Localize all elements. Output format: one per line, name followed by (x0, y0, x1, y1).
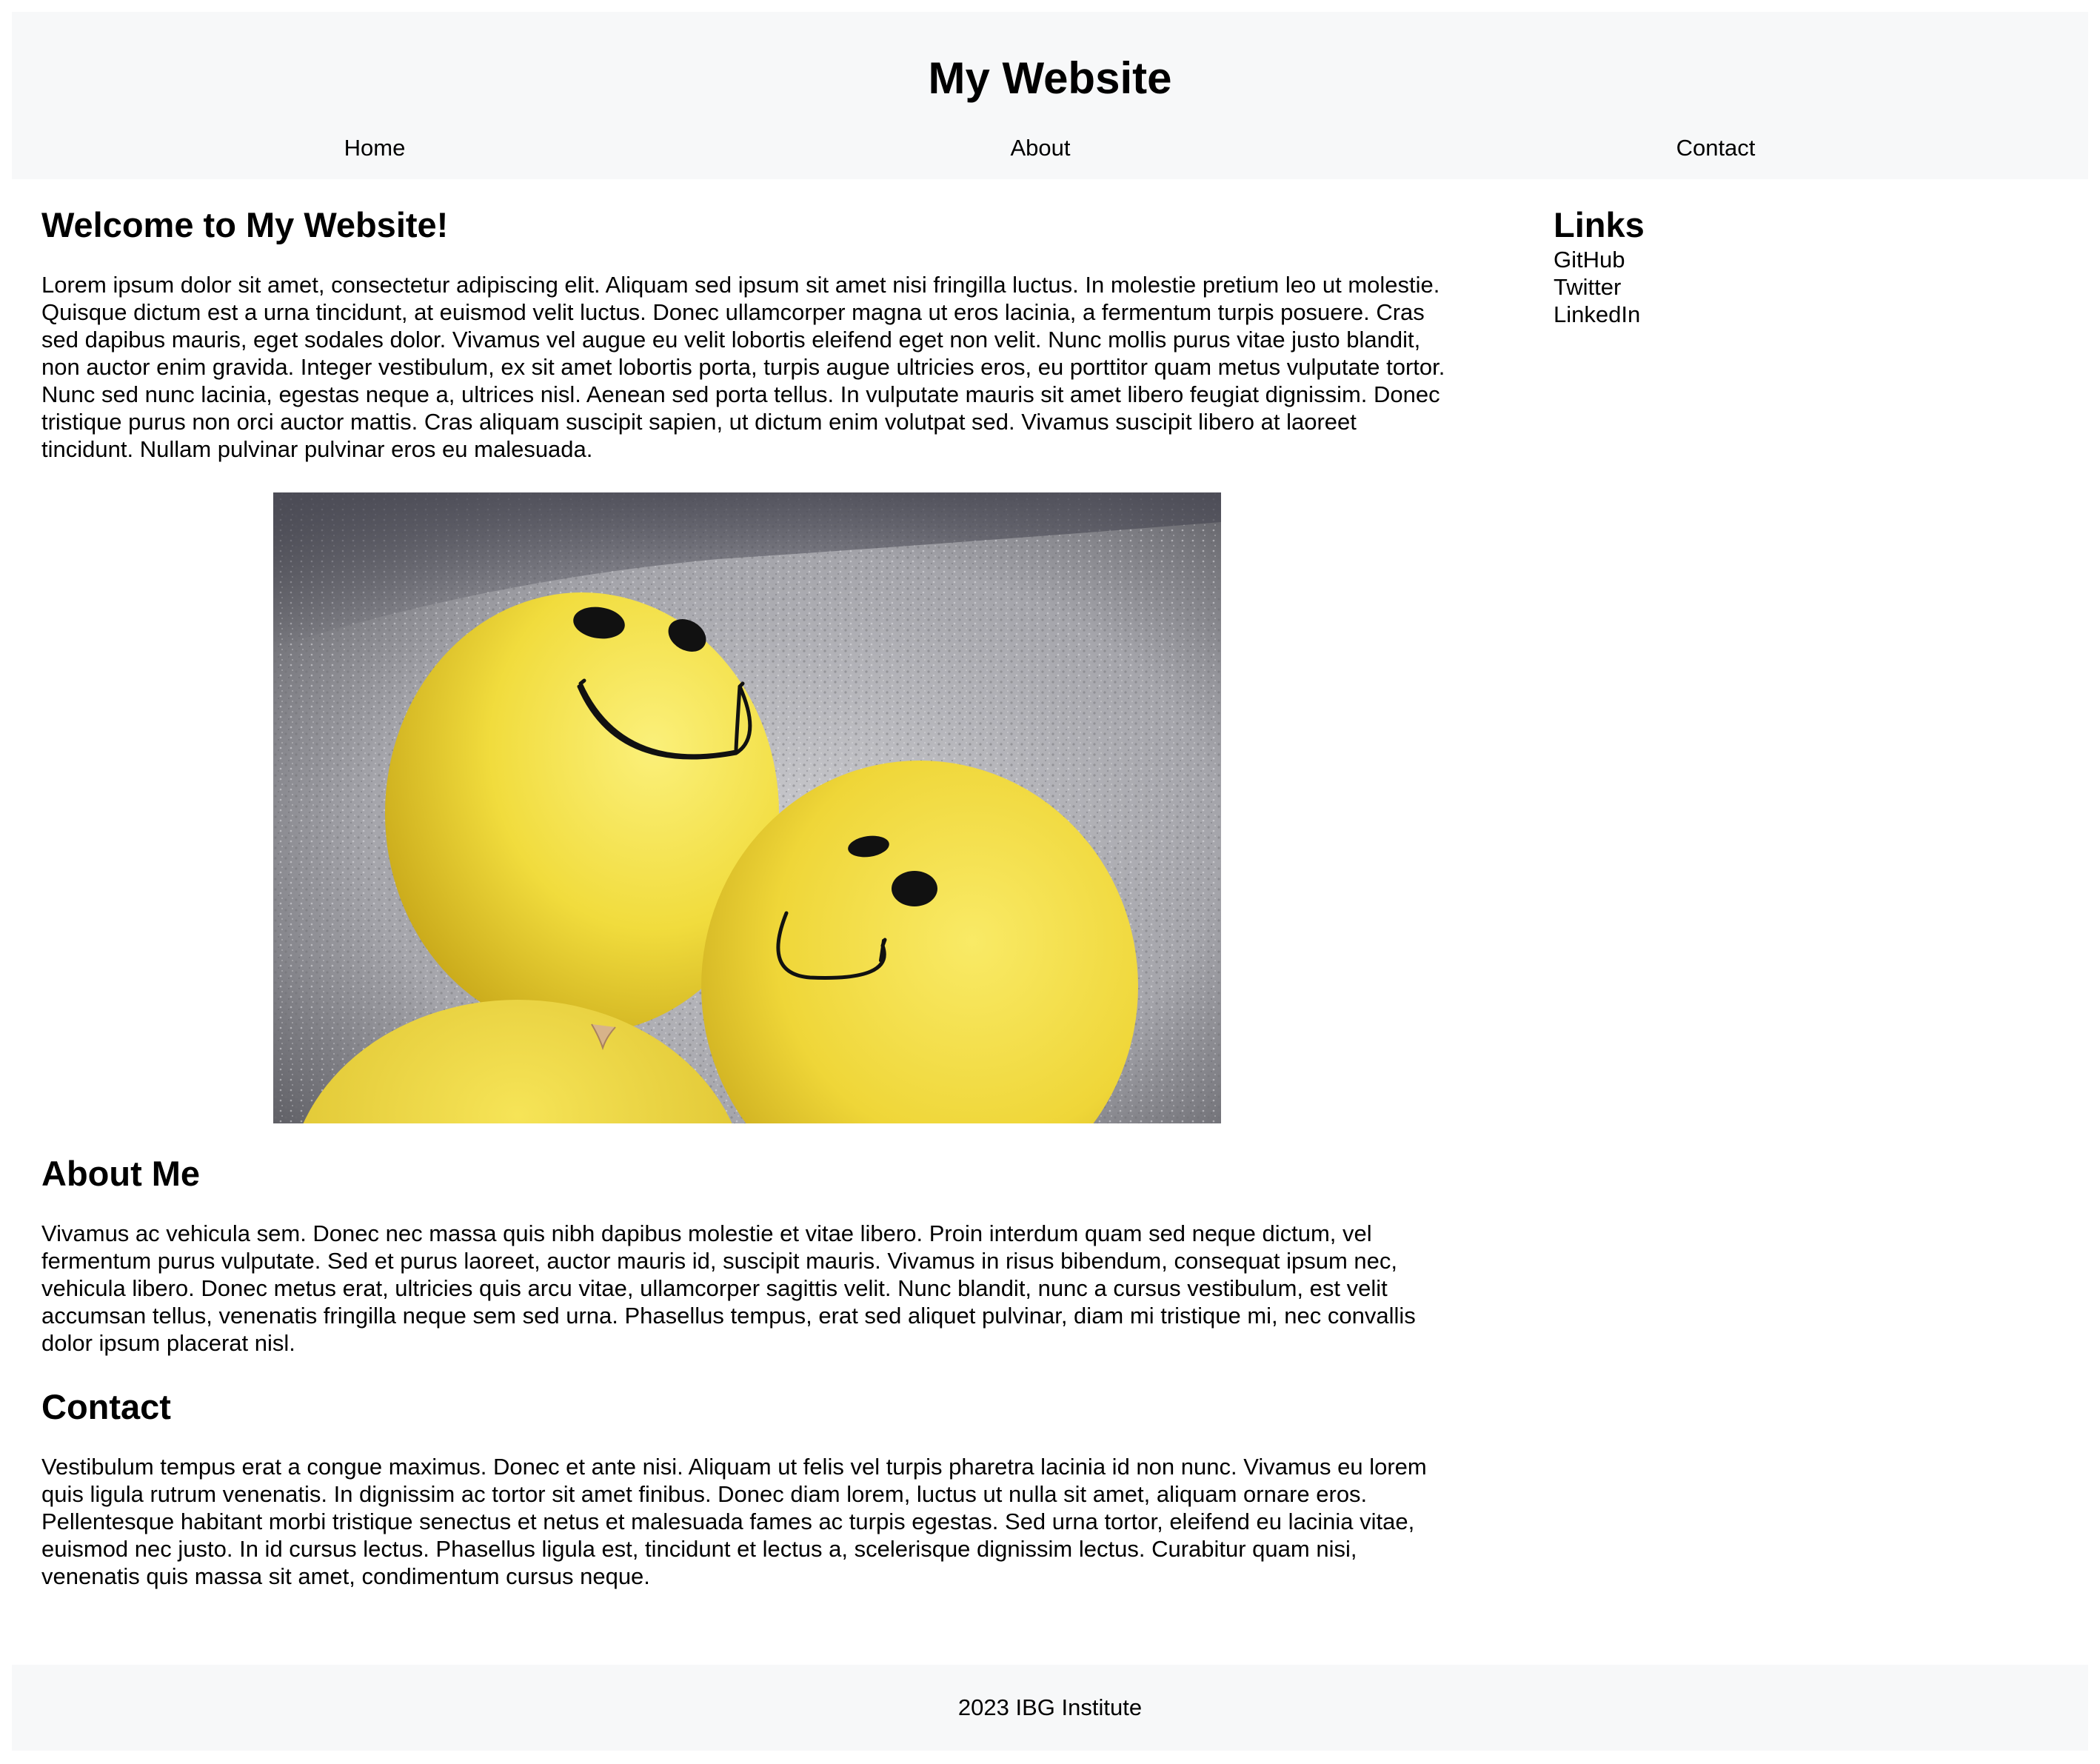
welcome-paragraph: Lorem ipsum dolor sit amet, consectetur … (41, 272, 1445, 462)
about-heading: About Me (41, 1154, 201, 1193)
site-title: My Website (928, 53, 1172, 103)
page: My Website Home About Contact Welcome to… (0, 0, 2100, 1764)
contact-heading: Contact (41, 1387, 171, 1426)
site-header: My Website Home About Contact (12, 12, 2088, 179)
smiley-balloons-image (273, 492, 1221, 1123)
about-paragraph: Vivamus ac vehicula sem. Donec nec massa… (41, 1220, 1416, 1356)
sidebar-link-linkedin[interactable]: LinkedIn (1554, 301, 2064, 328)
sidebar: Links GitHub Twitter LinkedIn (1554, 194, 2064, 328)
sidebar-link-twitter[interactable]: Twitter (1554, 273, 2064, 301)
main-content: Welcome to My Website! Lorem ipsum dolor… (41, 194, 1448, 1590)
nav-link-contact[interactable]: Contact (1676, 133, 1756, 163)
nav-link-about[interactable]: About (1010, 133, 1070, 163)
sidebar-links: GitHub Twitter LinkedIn (1554, 246, 2064, 328)
contact-paragraph: Vestibulum tempus erat a congue maximus.… (41, 1454, 1427, 1589)
welcome-heading: Welcome to My Website! (41, 205, 449, 244)
main-nav: Home About Contact (12, 120, 2088, 176)
site-footer: 2023 IBG Institute (12, 1665, 2088, 1751)
sidebar-link-github[interactable]: GitHub (1554, 246, 2064, 273)
nav-link-home[interactable]: Home (344, 133, 406, 163)
footer-text: 2023 IBG Institute (957, 1694, 1143, 1720)
sidebar-heading: Links (1554, 205, 1645, 244)
